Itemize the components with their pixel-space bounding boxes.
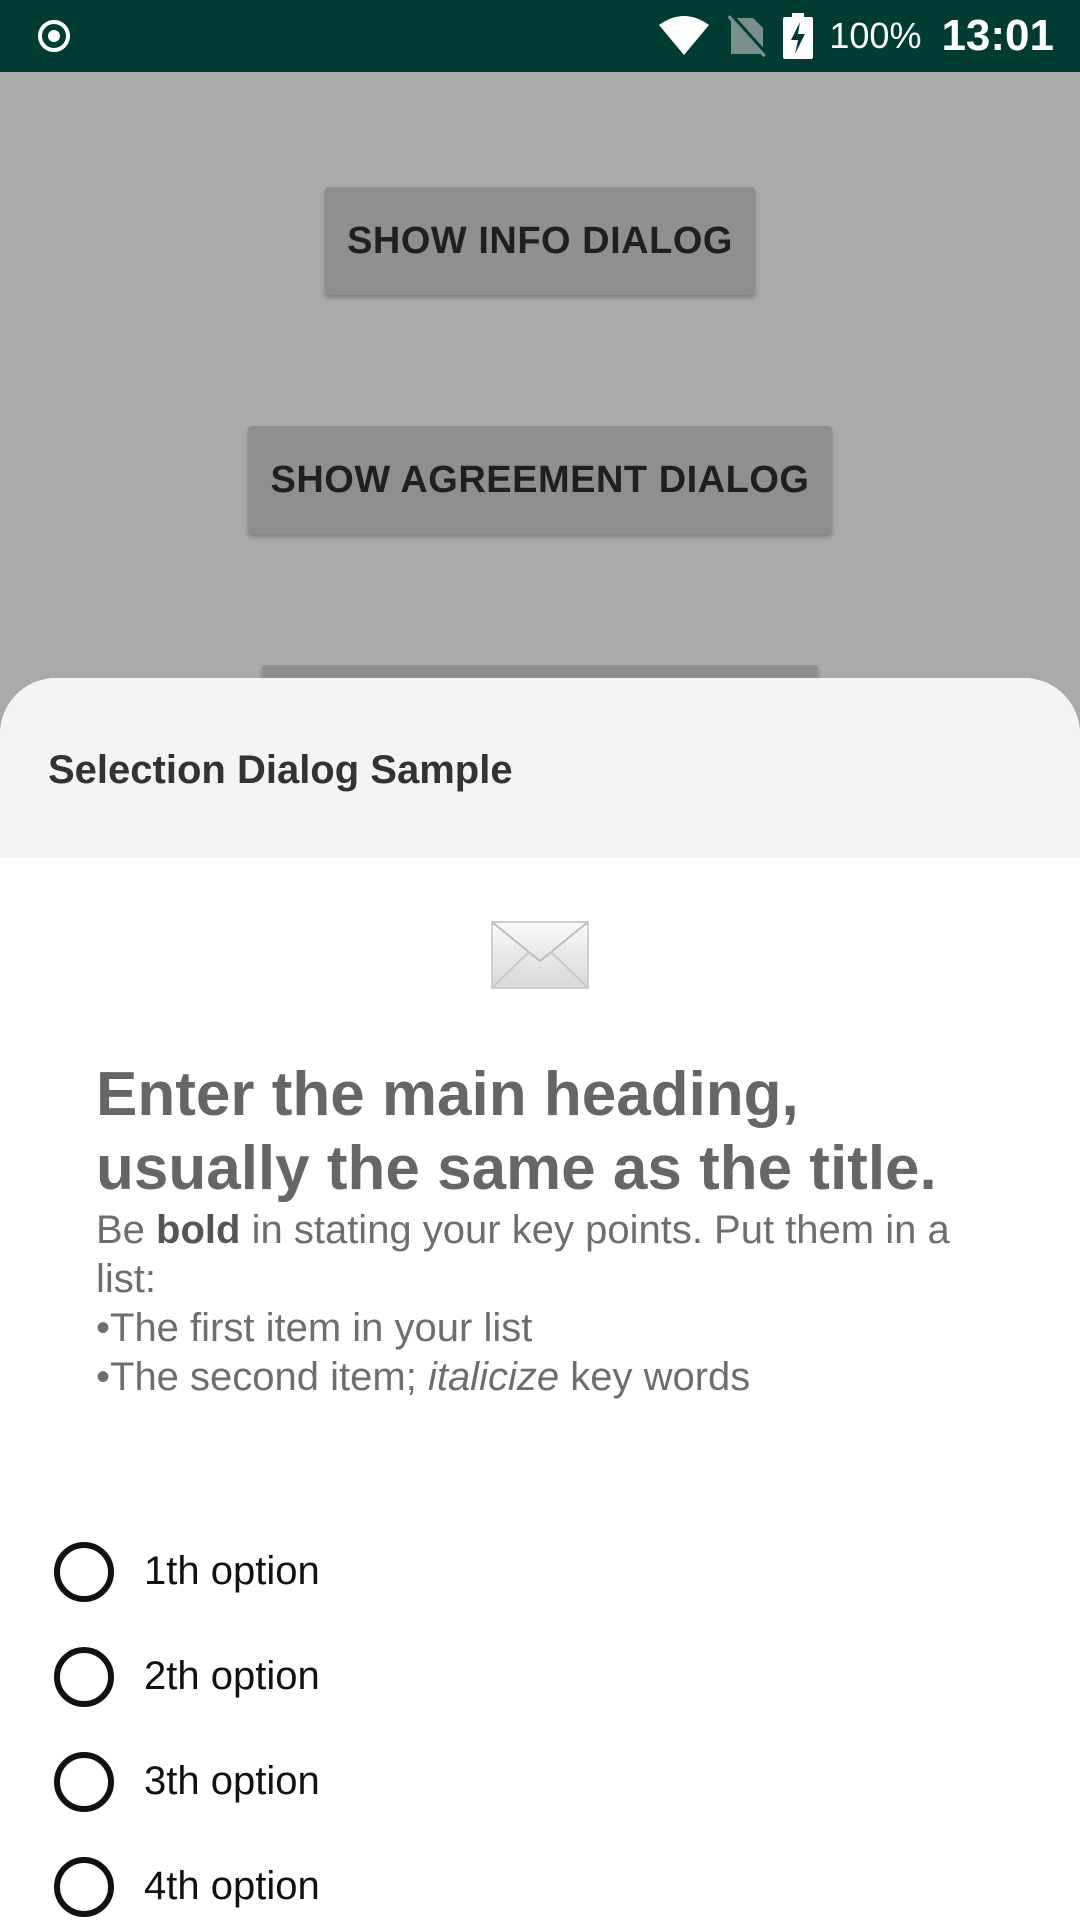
wifi-icon [659,16,710,55]
radio-button[interactable] [54,1646,114,1707]
battery-charging-icon [783,13,814,59]
option-list: 1th option 2th option 3th option 4th opt… [0,1519,1080,1920]
bullet-item-1: •The first item in your list [96,1306,533,1350]
show-agreement-dialog-button[interactable]: SHOW AGREEMENT DIALOG [248,426,832,534]
dialog-content: Enter the main heading, usually the same… [96,1058,1016,1402]
dialog-header: Selection Dialog Sample [0,678,1080,858]
dialog-title: Selection Dialog Sample [48,748,513,792]
selection-dialog: Selection Dialog Sample Enter the main h… [0,678,1080,1920]
option-3[interactable]: 3th option [0,1729,1080,1834]
option-label: 3th option [144,1759,320,1803]
radio-button[interactable] [54,1856,114,1917]
no-sim-icon [727,14,768,58]
dialog-body: Be bold in stating your key points. Put … [96,1208,950,1301]
option-2[interactable]: 2th option [0,1624,1080,1729]
radio-button[interactable] [54,1751,114,1812]
battery-percent: 100% [829,15,922,56]
status-bar: 100% 13:01 [0,0,1080,72]
bold-word: bold [156,1208,241,1252]
radio-button[interactable] [54,1541,114,1602]
dialog-heading: Enter the main heading, usually the same… [96,1060,937,1203]
record-icon [38,20,70,52]
option-label: 2th option [144,1654,320,1698]
italic-word: italicize [427,1355,560,1399]
option-4[interactable]: 4th option [0,1834,1080,1920]
envelope-icon [491,921,589,989]
clock: 13:01 [941,11,1054,60]
show-info-dialog-button[interactable]: SHOW INFO DIALOG [325,187,755,295]
bullet-item-2: •The second item; italicize key words [96,1355,751,1399]
option-label: 4th option [144,1864,320,1908]
option-label: 1th option [144,1549,320,1593]
option-1[interactable]: 1th option [0,1519,1080,1624]
